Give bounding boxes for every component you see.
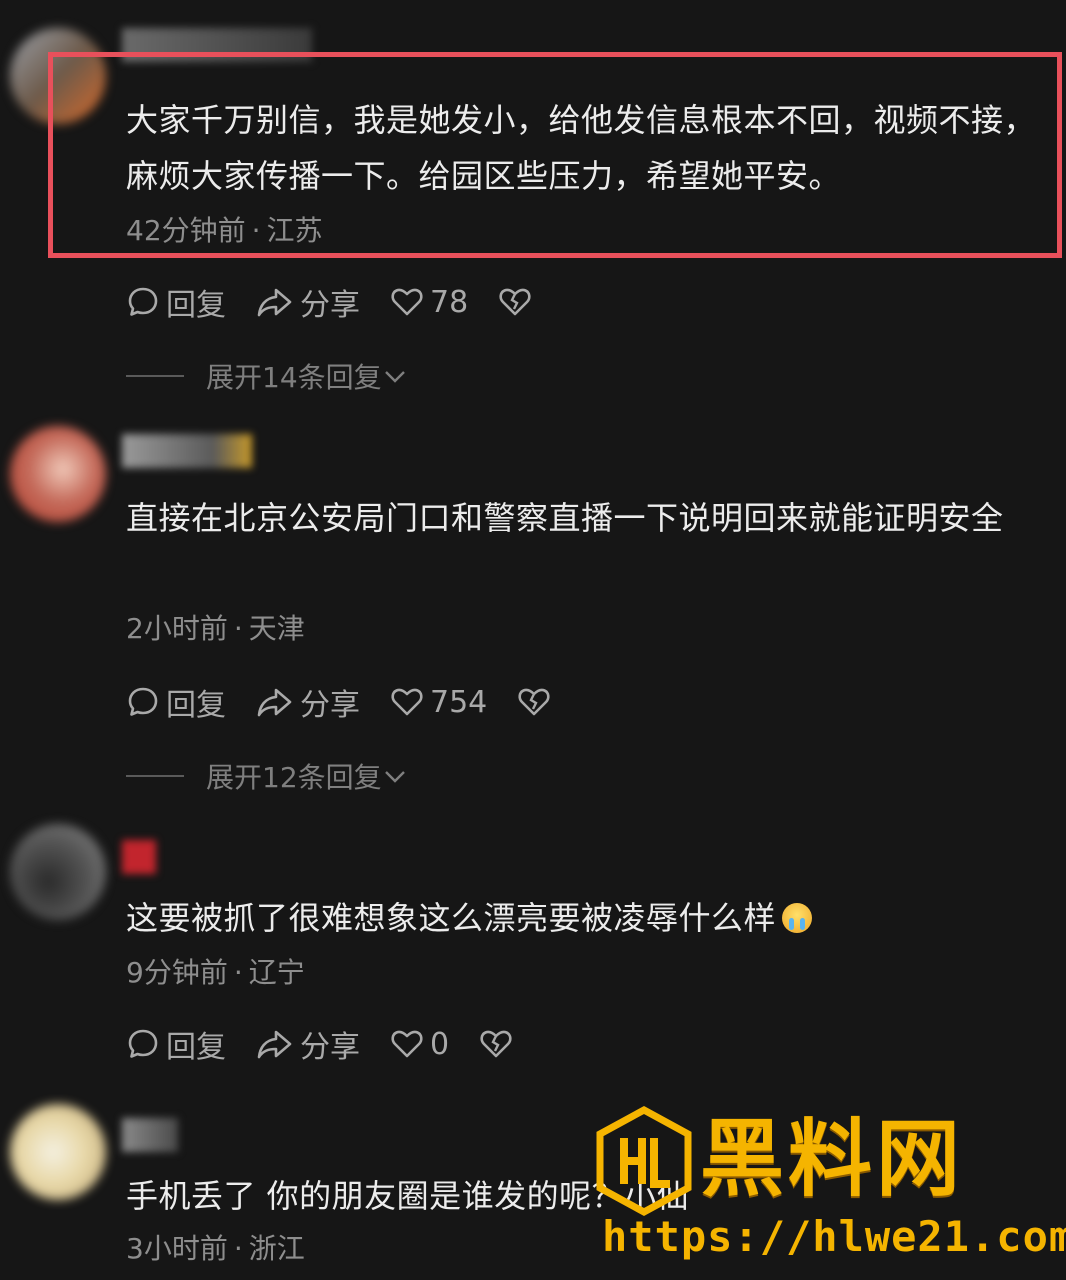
- heart-icon: [391, 688, 423, 716]
- username[interactable]: [122, 434, 252, 468]
- share-arrow-icon: [257, 288, 292, 317]
- hl-logo-icon: [596, 1106, 692, 1216]
- separator: ·: [251, 214, 261, 247]
- heart-icon: [391, 288, 423, 316]
- reply-button[interactable]: 回复: [126, 280, 226, 324]
- comment-bubble-icon: [128, 287, 158, 316]
- expand-replies[interactable]: 展开12条回复: [126, 756, 408, 796]
- comment-item: 大家千万别信，我是她发小，给他发信息根本不回，视频不接，麻烦大家传播一下。给园区…: [0, 0, 1066, 400]
- comment-meta: 9分钟前 · 辽宁: [126, 956, 305, 990]
- comment-actions: 回复 分享 754: [126, 680, 587, 724]
- watermark-title: 黑料网: [700, 1110, 965, 1208]
- comment-text: 直接在北京公安局门口和警察直播一下说明回来就能证明安全: [126, 499, 1004, 537]
- comment-meta: 3小时前 · 浙江: [126, 1232, 305, 1266]
- comment-body: 这要被抓了很难想象这么漂亮要被凌辱什么样: [126, 899, 777, 937]
- comment-time: 42分钟前: [126, 214, 246, 247]
- like-count: 754: [430, 684, 488, 720]
- share-button[interactable]: 分享: [256, 1022, 360, 1066]
- comment-actions: 回复 分享 0: [126, 1022, 549, 1066]
- comment-meta: 2小时前 · 天津: [126, 612, 305, 646]
- reply-label: 回复: [166, 688, 226, 723]
- separator: ·: [233, 956, 243, 989]
- comment-time: 3小时前: [126, 1232, 228, 1265]
- chevron-down-icon: [384, 371, 405, 383]
- reply-label: 回复: [166, 1030, 226, 1065]
- crying-face-icon: [782, 903, 813, 933]
- username[interactable]: [122, 840, 156, 874]
- comment-location: 江苏: [266, 214, 323, 247]
- broken-heart-icon: [518, 688, 550, 716]
- expand-label: 展开12条回复: [206, 761, 382, 794]
- reply-button[interactable]: 回复: [126, 1022, 226, 1066]
- expand-label: 展开14条回复: [206, 361, 382, 394]
- comment-text: 大家千万别信，我是她发小，给他发信息根本不回，视频不接，麻烦大家传播一下。给园区…: [126, 101, 1037, 195]
- like-button[interactable]: 0: [390, 1027, 449, 1062]
- dislike-button[interactable]: [498, 285, 538, 319]
- like-count: 0: [430, 1026, 450, 1062]
- comment-bubble-icon: [128, 1029, 158, 1058]
- dislike-button[interactable]: [479, 1027, 519, 1061]
- username[interactable]: [122, 1118, 178, 1152]
- watermark: 黑料网 https://hlwe21.com: [594, 1104, 1066, 1274]
- chevron-down-icon: [384, 771, 405, 783]
- broken-heart-icon: [480, 1030, 512, 1058]
- like-count: 78: [430, 284, 469, 320]
- divider-line: [126, 375, 184, 377]
- heart-icon: [391, 1030, 423, 1058]
- share-arrow-icon: [257, 1030, 292, 1059]
- comment-location: 辽宁: [248, 956, 305, 989]
- comment-meta: 42分钟前 · 江苏: [126, 214, 323, 248]
- divider-line: [126, 775, 184, 777]
- share-arrow-icon: [257, 688, 292, 717]
- separator: ·: [233, 1232, 243, 1265]
- comment-location: 天津: [248, 612, 305, 645]
- comment-time: 2小时前: [126, 612, 228, 645]
- share-button[interactable]: 分享: [256, 280, 360, 324]
- reply-label: 回复: [166, 288, 226, 323]
- share-label: 分享: [300, 688, 360, 723]
- share-label: 分享: [300, 288, 360, 323]
- comment-actions: 回复 分享 78: [126, 280, 568, 324]
- dislike-button[interactable]: [517, 685, 557, 719]
- avatar[interactable]: [10, 1104, 106, 1200]
- avatar[interactable]: [10, 824, 106, 920]
- separator: ·: [233, 612, 243, 645]
- comment-text: 这要被抓了很难想象这么漂亮要被凌辱什么样: [126, 890, 1056, 946]
- comment-location: 浙江: [248, 1232, 305, 1265]
- expand-replies[interactable]: 展开14条回复: [126, 356, 408, 396]
- like-button[interactable]: 78: [390, 285, 468, 320]
- broken-heart-icon: [499, 288, 531, 316]
- comment-item: 这要被抓了很难想象这么漂亮要被凌辱什么样 9分钟前 · 辽宁 回复 分享 0: [0, 810, 1066, 1090]
- reply-button[interactable]: 回复: [126, 680, 226, 724]
- comment-bubble-icon: [128, 687, 158, 716]
- like-button[interactable]: 754: [390, 685, 487, 720]
- share-button[interactable]: 分享: [256, 680, 360, 724]
- avatar[interactable]: [10, 426, 106, 522]
- share-label: 分享: [300, 1030, 360, 1065]
- comment-time: 9分钟前: [126, 956, 228, 989]
- comment-item: 直接在北京公安局门口和警察直播一下说明回来就能证明安全 2小时前 · 天津 回复 分…: [0, 400, 1066, 810]
- watermark-url: https://hlwe21.com: [602, 1212, 1066, 1261]
